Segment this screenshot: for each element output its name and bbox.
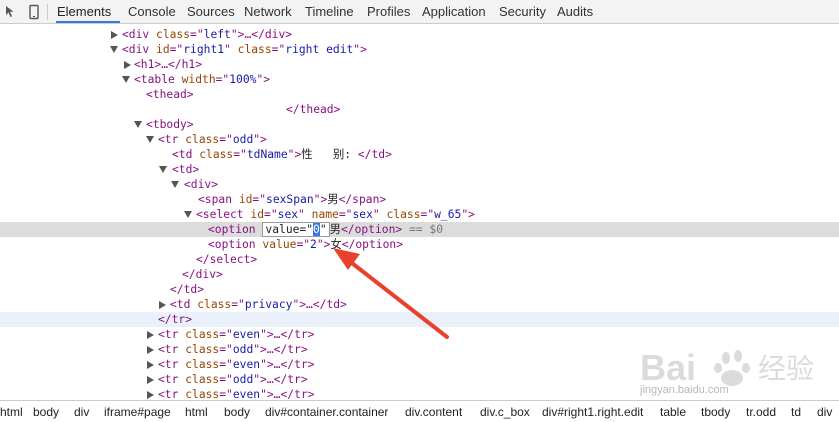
breadcrumb-item[interactable]: div.c_box bbox=[480, 405, 530, 419]
breadcrumb-item[interactable]: body bbox=[224, 405, 250, 419]
breadcrumb-item[interactable]: html bbox=[0, 405, 23, 419]
breadcrumb: html body div iframe#page html body div#… bbox=[0, 400, 839, 422]
toolbar-separator bbox=[47, 4, 48, 20]
breadcrumb-item[interactable]: body bbox=[33, 405, 59, 419]
tab-timeline[interactable]: Timeline bbox=[305, 0, 354, 23]
inspect-element-icon[interactable] bbox=[4, 4, 20, 20]
breadcrumb-item[interactable]: tr.odd bbox=[746, 405, 776, 419]
active-tab-indicator bbox=[56, 21, 120, 23]
breadcrumb-item[interactable]: iframe#page bbox=[104, 405, 171, 419]
tab-console[interactable]: Console bbox=[128, 0, 176, 23]
watermark-url: jingyan.baidu.com bbox=[640, 384, 729, 396]
devtools-toolbar: Elements Console Sources Network Timelin… bbox=[0, 0, 839, 24]
breadcrumb-item[interactable]: tbody bbox=[701, 405, 730, 419]
svg-text:Bai: Bai bbox=[640, 347, 696, 388]
tab-audits[interactable]: Audits bbox=[557, 0, 593, 23]
tab-security[interactable]: Security bbox=[499, 0, 546, 23]
tab-elements[interactable]: Elements bbox=[57, 0, 111, 23]
tab-network[interactable]: Network bbox=[244, 0, 292, 23]
breadcrumb-item[interactable]: table bbox=[660, 405, 686, 419]
breadcrumb-item[interactable]: div bbox=[817, 405, 832, 419]
svg-text:经验: 经验 bbox=[758, 352, 814, 385]
breadcrumb-item[interactable]: div#container.container bbox=[265, 405, 388, 419]
breadcrumb-item[interactable]: div.content bbox=[405, 405, 462, 419]
device-mode-icon[interactable] bbox=[26, 4, 42, 20]
breadcrumb-item[interactable]: td bbox=[791, 405, 801, 419]
tab-sources[interactable]: Sources bbox=[187, 0, 235, 23]
breadcrumb-item[interactable]: div#right1.right.edit bbox=[542, 405, 643, 419]
breadcrumb-item[interactable]: div bbox=[74, 405, 89, 419]
tab-profiles[interactable]: Profiles bbox=[367, 0, 410, 23]
tab-application[interactable]: Application bbox=[422, 0, 486, 23]
breadcrumb-item[interactable]: html bbox=[185, 405, 208, 419]
